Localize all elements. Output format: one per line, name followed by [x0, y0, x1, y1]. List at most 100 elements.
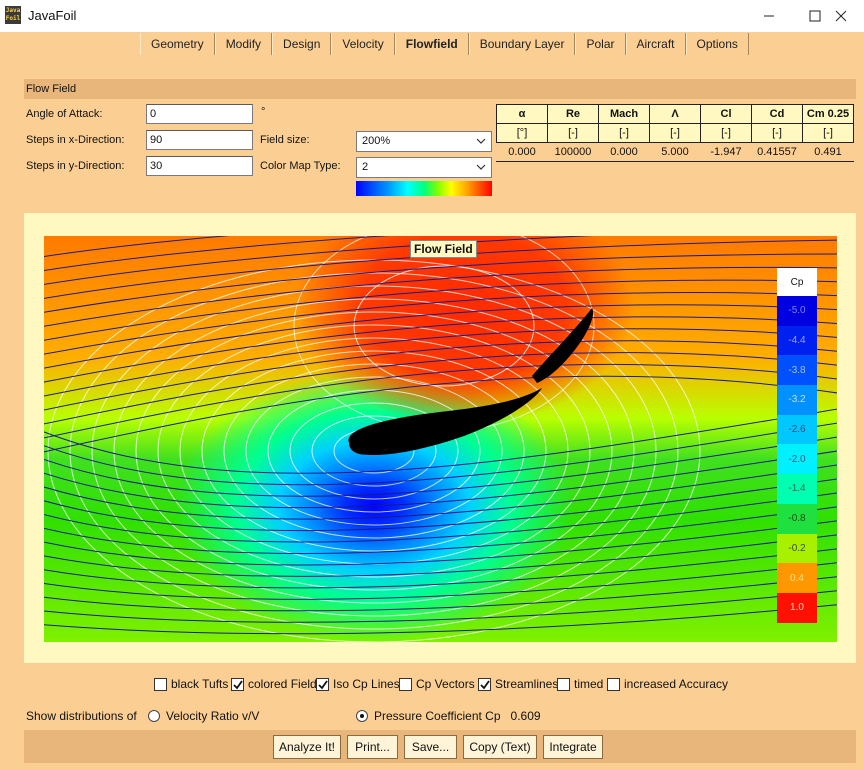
tab-polar[interactable]: Polar [575, 33, 626, 55]
checkbox-label: colored Field [248, 677, 317, 691]
minimize-icon [764, 15, 774, 16]
tab-boundary-layer[interactable]: Boundary Layer [468, 33, 576, 55]
checkbox-label: Streamlines [495, 677, 559, 691]
legend-cell: -2.0 [777, 444, 817, 475]
radio-circle [356, 710, 368, 722]
legend-cell: -4.4 [777, 325, 817, 356]
legend-cell: -1.4 [777, 474, 817, 504]
tab-flowfield[interactable]: Flowfield [394, 33, 469, 55]
cp-legend: Cp -5.0 -4.4 -3.8 -3.2 -2.6 -2.0 -1.4 -0.8 -0.2 0… [777, 268, 817, 623]
tab-aircraft[interactable]: Aircraft [625, 33, 686, 55]
copy-text-button[interactable]: Copy (Text) [463, 735, 537, 759]
colored-field-checkbox[interactable]: colored Field [231, 677, 317, 691]
col-value: 0.41557 [751, 142, 803, 162]
window-title: JavaFoil [28, 8, 77, 23]
checkbox-label: Cp Vectors [416, 677, 475, 691]
col-header: Cm 0.25 [802, 104, 854, 124]
angle-label: Angle of Attack: [26, 108, 103, 120]
iso-cp-checkbox[interactable]: Iso Cp Lines [316, 677, 400, 691]
checkbox-box [607, 677, 620, 691]
tab-bar: Geometry Modify Design Velocity Flowfiel… [140, 33, 749, 55]
plot-title: Flow Field [410, 240, 477, 258]
velocity-ratio-radio[interactable]: Velocity Ratio v/V [148, 709, 259, 723]
legend-title: Cp [777, 268, 817, 296]
pressure-coefficient-radio[interactable]: Pressure Coefficient Cp 0.609 [356, 709, 541, 723]
tab-design[interactable]: Design [272, 33, 332, 55]
streamline [44, 292, 837, 355]
cmap-value: 2 [362, 161, 369, 173]
app-icon: Java Foil [5, 6, 21, 24]
increased-accuracy-checkbox[interactable]: increased Accuracy [607, 677, 728, 691]
col-unit: [°] [496, 123, 548, 143]
col-header: Re [547, 104, 599, 124]
fieldsize-select[interactable]: 200% [356, 131, 492, 152]
streamline [44, 340, 837, 411]
chevron-down-icon [476, 138, 486, 144]
tab-modify[interactable]: Modify [214, 33, 273, 55]
legend-cell: -5.0 [777, 296, 817, 326]
print-button[interactable]: Print... [347, 735, 398, 759]
col-unit: [-] [598, 123, 650, 143]
col-value: 0.000 [496, 142, 548, 162]
angle-input[interactable]: 0 [146, 104, 253, 124]
streamline [44, 279, 837, 341]
checkbox-box [231, 677, 244, 691]
col-value: 5.000 [649, 142, 701, 162]
col-header: Cd [751, 104, 803, 124]
stepsx-input[interactable]: 90 [146, 130, 253, 150]
tab-options[interactable]: Options [685, 33, 749, 55]
checkbox-box [557, 677, 570, 691]
col-unit: [-] [649, 123, 701, 143]
checkbox-box [154, 677, 167, 691]
legend-cell: 1.0 [777, 592, 817, 623]
legend-cell: -3.8 [777, 355, 817, 386]
fieldsize-value: 200% [362, 135, 391, 147]
col-unit: [-] [700, 123, 752, 143]
black-tufts-checkbox[interactable]: black Tufts [154, 677, 228, 691]
legend-cell: 0.4 [777, 563, 817, 593]
legend-cell: -3.2 [777, 385, 817, 415]
flow-field-plot[interactable] [44, 236, 837, 642]
integrate-button[interactable]: Integrate [543, 735, 603, 759]
cmap-select[interactable]: 2 [356, 157, 492, 178]
legend-cell: -0.2 [777, 533, 817, 564]
tab-geometry[interactable]: Geometry [140, 33, 215, 55]
analyze-button[interactable]: Analyze It! [273, 735, 341, 759]
radio-label: Pressure Coefficient Cp [374, 709, 501, 723]
streamline [44, 548, 837, 589]
checkbox-label: increased Accuracy [624, 677, 729, 691]
streamline [44, 562, 837, 600]
col-unit: [-] [802, 123, 854, 143]
checkbox-label: black Tufts [171, 677, 229, 691]
cp-vectors-checkbox[interactable]: Cp Vectors [399, 677, 475, 691]
timed-checkbox[interactable]: timed [557, 677, 603, 691]
minimize-button[interactable] [746, 0, 792, 31]
save-button[interactable]: Save... [404, 735, 457, 759]
checkmark-icon [480, 679, 490, 689]
stepsx-label: Steps in x-Direction: [26, 134, 125, 146]
radio-circle [148, 710, 160, 722]
chevron-down-icon [476, 164, 486, 170]
col-header: α [496, 104, 548, 124]
stepsy-input[interactable]: 30 [146, 156, 253, 176]
streamlines-checkbox[interactable]: Streamlines [478, 677, 558, 691]
angle-unit: ° [261, 106, 266, 118]
results-table: α Re Mach Λ Cl Cd Cm 0.25 [°] [-] [-] [-… [496, 104, 854, 162]
stepsy-label: Steps in y-Direction: [26, 160, 125, 172]
col-value: -1.947 [700, 142, 752, 162]
streamline [44, 464, 837, 520]
col-value: 100000 [547, 142, 599, 162]
tab-velocity[interactable]: Velocity [331, 33, 395, 55]
col-value: 0.000 [598, 142, 650, 162]
panel-header: Flow Field [24, 79, 856, 99]
checkbox-box [478, 677, 491, 691]
col-header: Mach [598, 104, 650, 124]
streamline [44, 520, 837, 566]
col-unit: [-] [547, 123, 599, 143]
close-button[interactable] [818, 0, 864, 31]
checkbox-box [316, 677, 329, 691]
flow-field-canvas [44, 236, 837, 642]
fieldsize-label: Field size: [260, 134, 310, 146]
streamline [44, 604, 837, 635]
col-header: Λ [649, 104, 701, 124]
